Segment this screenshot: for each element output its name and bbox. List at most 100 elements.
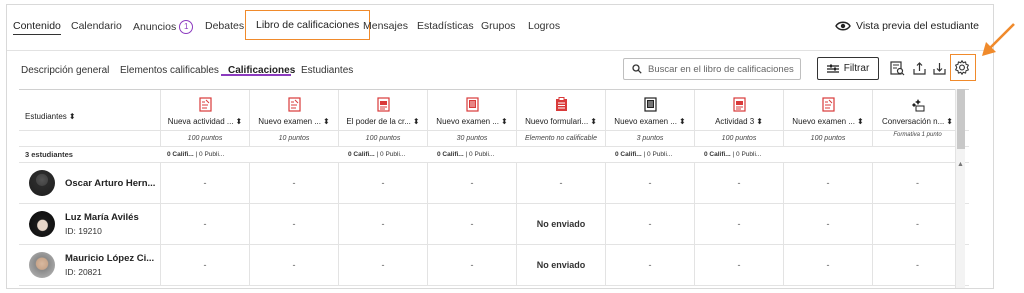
column-label: Nuevo examen ... <box>792 117 855 126</box>
tab-descripcion-general[interactable]: Descripción general <box>21 65 109 76</box>
sort-icon: ⬍ <box>590 117 597 126</box>
grade-cell[interactable]: - <box>250 204 339 244</box>
grade-cell[interactable]: - <box>784 204 873 244</box>
sort-icon: ⬍ <box>323 117 330 126</box>
grade-cell[interactable]: - <box>784 245 873 285</box>
column-stats: 0 Califi... | 0 Publi... <box>434 147 494 162</box>
grade-cell[interactable]: - <box>428 163 517 203</box>
tab-elementos-calificables[interactable]: Elementos calificables <box>120 65 219 76</box>
column-header[interactable]: Actividad 3 ⬍ <box>695 90 784 130</box>
vertical-scrollbar[interactable]: ▲ <box>955 89 965 288</box>
search-icon <box>632 64 642 74</box>
graded-count: 0 Califi... <box>615 151 642 158</box>
nav-debates[interactable]: Debates <box>205 20 244 32</box>
nav-mensajes[interactable]: Mensajes <box>363 20 408 32</box>
grade-cell[interactable]: - <box>695 204 784 244</box>
grade-cell[interactable]: - <box>161 245 250 285</box>
column-header[interactable]: Nuevo examen ... ⬍ <box>428 90 517 130</box>
student-preview-button[interactable]: Vista previa del estudiante <box>835 20 979 32</box>
grade-cell-not-submitted[interactable]: No enviado <box>517 245 606 285</box>
course-window: Contenido Calendario Anuncios 1 Debates L… <box>6 4 994 289</box>
column-points: 100 puntos <box>161 131 250 146</box>
student-id: ID: 19210 <box>65 226 102 236</box>
grade-cell[interactable]: - <box>873 245 963 285</box>
settings-button[interactable] <box>954 59 970 75</box>
nav-grupos[interactable]: Grupos <box>481 20 515 32</box>
posted-count: | 0 Publi... <box>643 151 673 158</box>
grade-cell[interactable]: - <box>250 245 339 285</box>
column-points: 10 puntos <box>250 131 339 146</box>
grade-cell[interactable]: - <box>250 163 339 203</box>
column-header[interactable]: Nueva actividad ... ⬍ <box>161 90 250 130</box>
students-header-label: Estudiantes <box>25 111 67 121</box>
column-header[interactable]: Nuevo examen ... ⬍ <box>250 90 339 130</box>
unread-badge: 1 <box>179 20 194 34</box>
column-label: Nuevo examen ... <box>436 117 499 126</box>
grade-cell[interactable]: - <box>606 163 695 203</box>
sort-icon: ⬍ <box>946 117 953 126</box>
download-button[interactable] <box>931 60 947 76</box>
column-label: Nuevo examen ... <box>614 117 677 126</box>
column-label: Actividad 3 <box>715 117 755 126</box>
student-name: Luz María Avilés <box>65 212 139 223</box>
scroll-up-arrow-icon[interactable]: ▲ <box>957 161 964 168</box>
student-row-header[interactable]: Oscar Arturo Hern... <box>19 163 161 203</box>
posted-count: | 0 Publi... <box>732 151 762 158</box>
sort-icon: ⬍ <box>679 117 686 126</box>
nav-libro-calificaciones[interactable]: Libro de calificaciones <box>245 10 371 40</box>
column-header[interactable]: Nuevo formulari... ⬍ <box>517 90 606 130</box>
grade-cell[interactable]: - <box>161 163 250 203</box>
grade-cell[interactable]: - <box>428 245 517 285</box>
sort-icon: ⬍ <box>756 117 763 126</box>
nav-contenido[interactable]: Contenido <box>13 20 61 35</box>
column-header[interactable]: Nuevo examen ... ⬍ <box>784 90 873 130</box>
grade-cell[interactable]: - <box>873 163 963 203</box>
posted-count: | 0 Publi... <box>376 151 406 158</box>
grade-cell[interactable]: - <box>339 163 428 203</box>
column-header[interactable]: Nuevo examen ... ⬍ <box>606 90 695 130</box>
column-points: Formativa 1 punto <box>873 131 963 146</box>
sort-icon: ⬍ <box>412 117 420 126</box>
grid-view-button[interactable] <box>889 60 905 76</box>
grade-cell[interactable]: - <box>339 204 428 244</box>
column-label: El poder de la cr... <box>346 117 411 126</box>
student-name: Mauricio López Ci... <box>65 253 155 264</box>
student-row-header[interactable]: Luz María Avilés ID: 19210 <box>19 204 161 244</box>
grade-cell[interactable]: - <box>339 245 428 285</box>
column-header[interactable]: El poder de la cr... ⬍ <box>339 90 428 130</box>
grade-cell[interactable]: - <box>606 245 695 285</box>
grade-cell[interactable]: - <box>695 245 784 285</box>
avatar <box>29 252 55 278</box>
students-column-header[interactable]: Estudiantes ⬍ <box>19 90 161 130</box>
sparkle-chat-icon <box>912 99 925 112</box>
filter-button[interactable]: Filtrar <box>817 57 879 80</box>
nav-logros[interactable]: Logros <box>528 20 560 32</box>
grade-cell[interactable]: - <box>695 163 784 203</box>
scrollbar-thumb[interactable] <box>957 89 965 149</box>
sort-icon: ⬍ <box>501 117 508 126</box>
grade-cell[interactable]: - <box>873 204 963 244</box>
grade-cell[interactable]: - <box>517 163 606 203</box>
graded-count: 0 Califi... <box>437 151 464 158</box>
nav-anuncios[interactable]: Anuncios 1 <box>133 20 194 34</box>
grade-cell[interactable]: - <box>161 204 250 244</box>
download-icon <box>932 62 946 75</box>
posted-count: | 0 Publi... <box>465 151 495 158</box>
sort-icon: ⬍ <box>857 117 864 126</box>
gradebook-search[interactable] <box>623 58 801 80</box>
nav-calendario[interactable]: Calendario <box>71 20 122 32</box>
grade-cell[interactable]: - <box>784 163 873 203</box>
student-row-header[interactable]: Mauricio López Ci... ID: 20821 <box>19 245 161 285</box>
search-input[interactable] <box>648 63 798 75</box>
upload-button[interactable] <box>911 60 927 76</box>
sort-icon: ⬍ <box>68 111 76 121</box>
nav-estadisticas[interactable]: Estadísticas <box>417 20 474 32</box>
grade-cell[interactable]: - <box>428 204 517 244</box>
grade-cell[interactable]: - <box>606 204 695 244</box>
eye-icon <box>835 21 851 31</box>
form-icon <box>555 97 567 111</box>
tab-estudiantes[interactable]: Estudiantes <box>301 65 353 76</box>
upload-icon <box>912 61 926 75</box>
column-header[interactable]: Conversación n... ⬍ <box>873 90 963 130</box>
grade-cell-not-submitted[interactable]: No enviado <box>517 204 606 244</box>
